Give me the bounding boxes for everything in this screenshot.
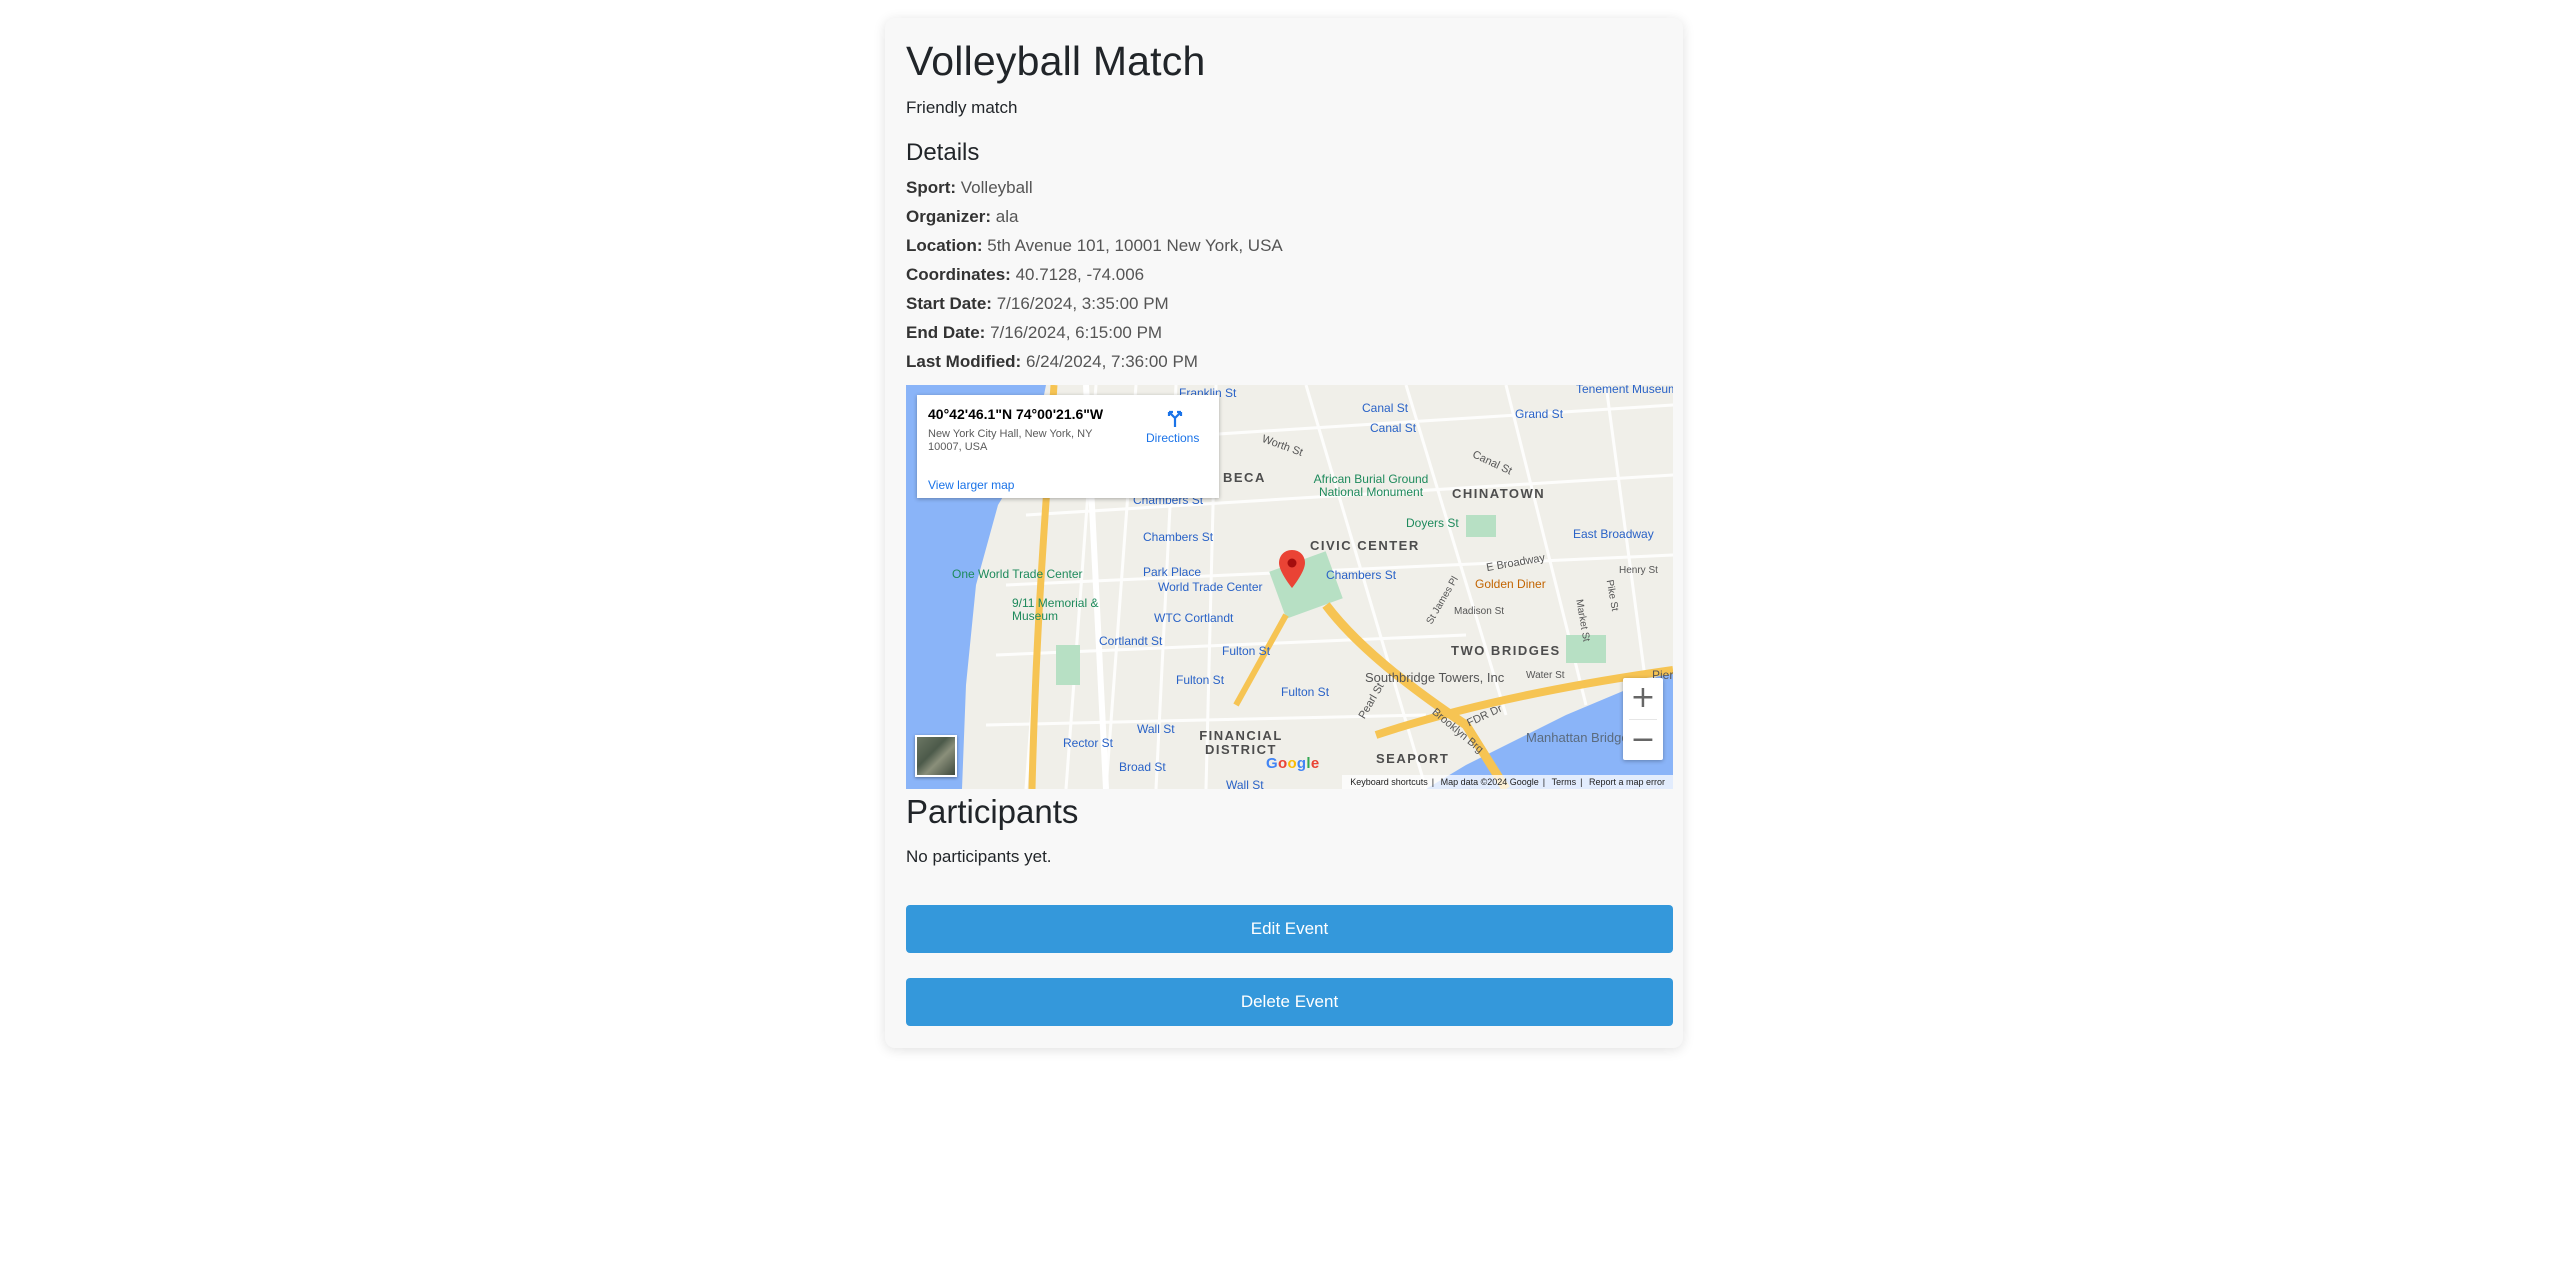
map-label: SEAPORT <box>1376 751 1450 766</box>
map-label: Chambers St <box>1143 530 1214 544</box>
map-label: One World Trade Center <box>952 567 1083 581</box>
detail-end-date: End Date: 7/16/2024, 6:15:00 PM <box>906 323 1162 343</box>
map-label: Manhattan Bridge <box>1526 730 1629 745</box>
map-label: Chambers St <box>1326 568 1397 582</box>
edit-event-button[interactable]: Edit Event <box>906 905 1673 953</box>
google-logo: Google <box>1266 755 1320 772</box>
terms-link[interactable]: Terms <box>1552 777 1577 787</box>
detail-value: 7/16/2024, 6:15:00 PM <box>990 323 1163 342</box>
detail-value: 6/24/2024, 7:36:00 PM <box>1025 352 1198 371</box>
map-label: Fulton St <box>1281 685 1330 699</box>
map-label: Broad St <box>1119 760 1166 774</box>
detail-label: Organizer: <box>906 207 992 226</box>
map-label: Golden Diner <box>1475 577 1546 591</box>
detail-label: Location: <box>906 236 983 255</box>
delete-event-button[interactable]: Delete Event <box>906 978 1673 1026</box>
event-card: Volleyball Match Friendly match Details … <box>885 18 1683 1048</box>
map-label: Henry St <box>1619 565 1658 576</box>
map-label: East Broadway <box>1573 527 1654 541</box>
detail-sport: Sport: Volleyball <box>906 178 1033 198</box>
map-label: Grand St <box>1515 407 1564 421</box>
detail-label: Start Date: <box>906 294 992 313</box>
map-label: Water St <box>1526 670 1565 681</box>
satellite-toggle-button[interactable] <box>915 735 957 777</box>
map-label: World Trade Center <box>1158 580 1263 594</box>
zoom-controls: + − <box>1623 678 1663 760</box>
map-label: Wall St <box>1137 722 1175 736</box>
map-data-text: Map data ©2024 Google <box>1440 777 1539 787</box>
detail-organizer: Organizer: ala <box>906 207 1018 227</box>
detail-label: End Date: <box>906 323 986 342</box>
map-label: Cortlandt St <box>1099 634 1163 648</box>
detail-value: Volleyball <box>960 178 1033 197</box>
details-heading: Details <box>906 139 980 166</box>
map-label: CIVIC CENTER <box>1310 538 1420 553</box>
event-map[interactable]: Franklin St Tenement Museum Canal St Can… <box>906 385 1673 789</box>
map-attribution: Keyboard shortcuts | Map data ©2024 Googl… <box>1342 775 1673 789</box>
map-label: Madison St <box>1454 606 1505 617</box>
map-label: CHINATOWN <box>1452 486 1546 501</box>
detail-location: Location: 5th Avenue 101, 10001 New York… <box>906 236 1283 256</box>
map-label: Southbridge Towers, Inc <box>1365 670 1505 685</box>
map-info-window: 40°42'46.1"N 74°00'21.6"W New York City … <box>917 395 1219 498</box>
map-label: BECA <box>1223 470 1266 485</box>
map-label: WTC Cortlandt <box>1154 611 1234 625</box>
detail-label: Coordinates: <box>906 265 1011 284</box>
zoom-out-button[interactable]: − <box>1623 720 1663 760</box>
map-label: Rector St <box>1063 736 1114 750</box>
detail-value: 5th Avenue 101, 10001 New York, USA <box>987 236 1283 255</box>
map-label: Fulton St <box>1176 673 1225 687</box>
participants-heading: Participants <box>906 793 1079 830</box>
map-label: Tenement Museum <box>1576 385 1673 396</box>
map-label: Canal St <box>1362 401 1409 415</box>
map-label: TWO BRIDGES <box>1451 643 1561 658</box>
zoom-in-button[interactable]: + <box>1623 678 1663 718</box>
detail-value: 7/16/2024, 3:35:00 PM <box>996 294 1169 313</box>
detail-last-modified: Last Modified: 6/24/2024, 7:36:00 PM <box>906 352 1198 372</box>
map-label: Park Place <box>1143 565 1202 579</box>
participants-empty-text: No participants yet. <box>906 847 1052 866</box>
map-label: Wall St <box>1226 778 1264 789</box>
keyboard-shortcuts-link[interactable]: Keyboard shortcuts <box>1350 777 1428 787</box>
map-label: FINANCIAL DISTRICT <box>1199 728 1283 757</box>
event-description: Friendly match <box>906 98 1018 117</box>
directions-link[interactable]: Directions <box>1146 431 1199 445</box>
detail-label: Last Modified: <box>906 352 1022 371</box>
detail-start-date: Start Date: 7/16/2024, 3:35:00 PM <box>906 294 1169 314</box>
info-coordinates: 40°42'46.1"N 74°00'21.6"W <box>928 406 1104 422</box>
directions-icon[interactable] <box>1165 409 1185 429</box>
detail-coordinates: Coordinates: 40.7128, -74.006 <box>906 265 1144 285</box>
detail-value: ala <box>995 207 1019 226</box>
location-marker-icon[interactable] <box>1279 550 1305 588</box>
event-title: Volleyball Match <box>906 38 1206 84</box>
detail-label: Sport: <box>906 178 957 197</box>
report-error-link[interactable]: Report a map error <box>1589 777 1665 787</box>
map-label: Canal St <box>1370 421 1417 435</box>
view-larger-map-link[interactable]: View larger map <box>928 478 1014 492</box>
info-address: New York City Hall, New York, NY 10007, … <box>928 428 1093 453</box>
map-label: Doyers St <box>1406 516 1459 530</box>
map-label: Fulton St <box>1222 644 1271 658</box>
detail-value: 40.7128, -74.006 <box>1015 265 1145 284</box>
map-label: African Burial Ground National Monument <box>1313 472 1429 499</box>
map-label: 9/11 Memorial & Museum <box>1012 596 1099 623</box>
